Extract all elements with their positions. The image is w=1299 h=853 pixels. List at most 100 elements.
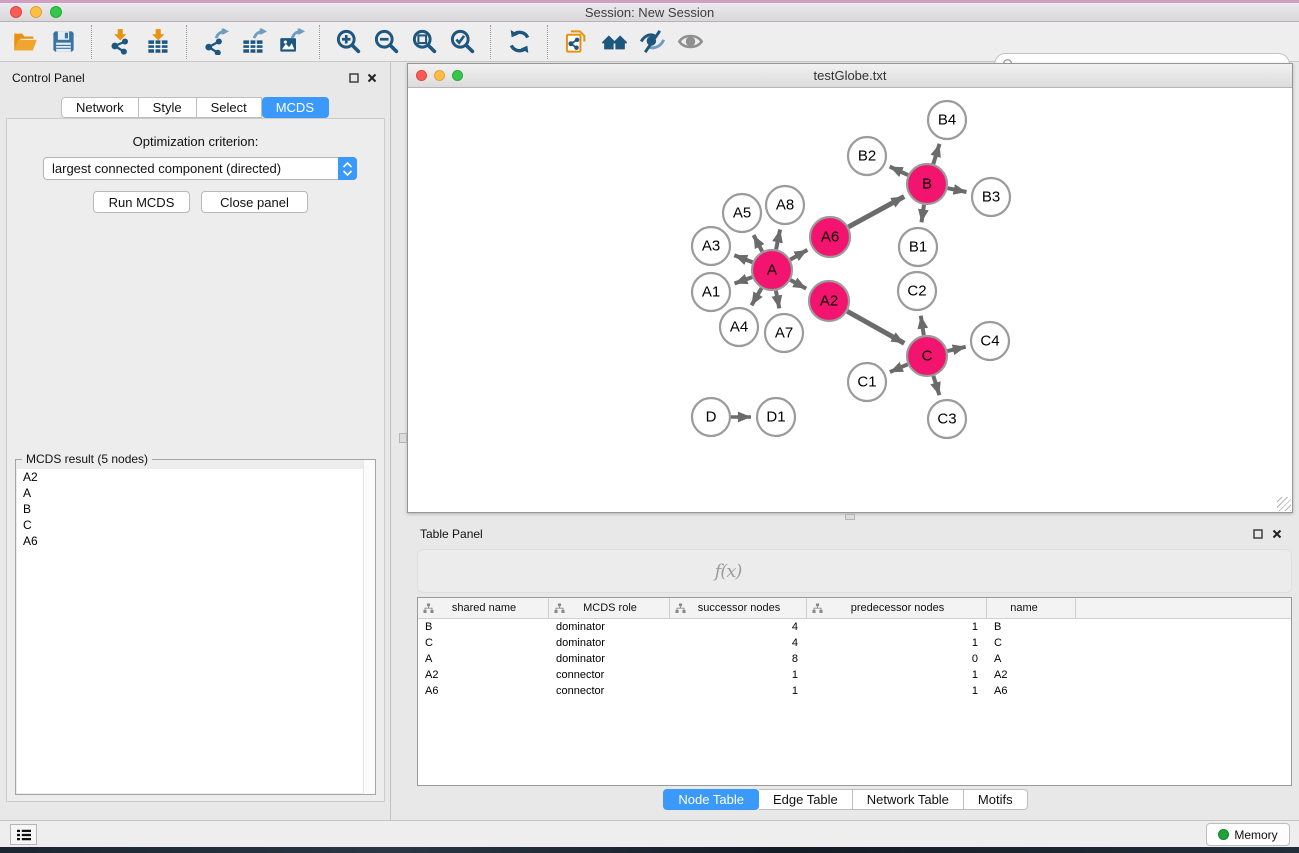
- graph-edge-C-C3[interactable]: [933, 376, 939, 395]
- column-header-predecessor-nodes[interactable]: predecessor nodes: [807, 598, 987, 618]
- network-window-titlebar[interactable]: testGlobe.txt: [408, 64, 1292, 88]
- node-table[interactable]: shared nameMCDS rolesuccessor nodesprede…: [417, 597, 1292, 786]
- export-image-button[interactable]: [272, 24, 310, 60]
- tab-network-table[interactable]: Network Table: [853, 789, 964, 810]
- graph-node-A6[interactable]: A6: [810, 217, 850, 257]
- zoom-in-button[interactable]: [329, 24, 367, 60]
- graph-edge-C-C1[interactable]: [890, 364, 908, 372]
- graph-edge-A-A6[interactable]: [790, 250, 807, 260]
- graph-node-C[interactable]: C: [907, 336, 947, 376]
- result-list-item[interactable]: B: [17, 501, 374, 517]
- mcds-result-list[interactable]: A2ABCA6: [17, 469, 374, 793]
- graph-node-C1[interactable]: C1: [848, 363, 886, 401]
- graph-edge-B-B2[interactable]: [890, 167, 908, 176]
- tab-network[interactable]: Network: [61, 97, 139, 118]
- graph-node-B1[interactable]: B1: [899, 228, 937, 266]
- column-header-successor-nodes[interactable]: successor nodes: [670, 598, 807, 618]
- export-network-button[interactable]: [196, 24, 234, 60]
- import-network-button[interactable]: [101, 24, 139, 60]
- select-all-button[interactable]: [510, 558, 536, 584]
- column-header-MCDS-role[interactable]: MCDS role: [549, 598, 670, 618]
- result-list-item[interactable]: A: [17, 485, 374, 501]
- refresh-button[interactable]: [500, 24, 538, 60]
- graph-edge-B-B4[interactable]: [933, 144, 939, 164]
- close-table-panel-icon[interactable]: [1271, 528, 1283, 540]
- memory-button[interactable]: Memory: [1206, 823, 1290, 846]
- function-button[interactable]: f(x): [715, 558, 741, 584]
- float-table-panel-icon[interactable]: [1252, 528, 1264, 540]
- tab-style[interactable]: Style: [139, 97, 197, 118]
- graph-node-B4[interactable]: B4: [928, 101, 966, 139]
- graph-edge-A-A7[interactable]: [776, 291, 779, 309]
- zoom-fit-button[interactable]: [405, 24, 443, 60]
- eye-button[interactable]: [671, 24, 709, 60]
- graph-node-A4[interactable]: A4: [720, 308, 758, 346]
- delete-button[interactable]: [633, 558, 659, 584]
- table-row[interactable]: A6connector11A6: [418, 683, 1291, 699]
- graph-edge-A6-B[interactable]: [848, 197, 904, 227]
- graph-edge-A-A8[interactable]: [776, 230, 780, 250]
- graph-node-A7[interactable]: A7: [765, 314, 803, 352]
- run-mcds-button[interactable]: Run MCDS: [93, 191, 190, 213]
- zoom-selected-button[interactable]: [443, 24, 481, 60]
- graph-edge-A2-C[interactable]: [847, 311, 904, 343]
- result-list-item[interactable]: A6: [17, 533, 374, 549]
- graph-edge-C-C2[interactable]: [921, 316, 924, 336]
- vertical-splitter-handle[interactable]: [399, 433, 407, 443]
- result-scrollbar[interactable]: [363, 460, 375, 794]
- result-list-item[interactable]: A2: [17, 469, 374, 485]
- graph-node-C2[interactable]: C2: [898, 272, 936, 310]
- graph-node-A1[interactable]: A1: [692, 273, 730, 311]
- graph-edge-A-A5[interactable]: [754, 235, 763, 251]
- export-table-button[interactable]: [234, 24, 272, 60]
- graph-node-D[interactable]: D: [692, 398, 730, 436]
- graph-node-A[interactable]: A: [752, 250, 792, 290]
- resize-grip-icon[interactable]: [1277, 497, 1291, 511]
- network-canvas[interactable]: A A1 A2 A3 A4 A5 A6 A7 A8 B B1 B2 B3 B4 C C1 C2 C3 C4 D D1: [408, 88, 1292, 512]
- open-button[interactable]: [6, 24, 44, 60]
- graph-edge-A-A2[interactable]: [790, 280, 806, 289]
- graph-node-C3[interactable]: C3: [928, 400, 966, 438]
- zoom-out-button[interactable]: [367, 24, 405, 60]
- table-row[interactable]: Cdominator41C: [418, 635, 1291, 651]
- graph-node-A8[interactable]: A8: [766, 186, 804, 224]
- graph-node-B[interactable]: B: [907, 164, 947, 204]
- graph-edge-B-B1[interactable]: [922, 205, 925, 223]
- table-row[interactable]: Bdominator41B: [418, 619, 1291, 635]
- column-header-name[interactable]: name: [987, 598, 1076, 618]
- deselect-all-button[interactable]: [551, 558, 577, 584]
- save-button[interactable]: [44, 24, 82, 60]
- graph-node-A5[interactable]: A5: [723, 194, 761, 232]
- graph-node-B2[interactable]: B2: [848, 137, 886, 175]
- graph-node-B3[interactable]: B3: [972, 178, 1010, 216]
- tab-motifs[interactable]: Motifs: [964, 789, 1028, 810]
- table-row[interactable]: Adominator80A: [418, 651, 1291, 667]
- close-panel-button[interactable]: Close panel: [201, 191, 308, 213]
- tab-mcds[interactable]: MCDS: [262, 97, 329, 118]
- home-button[interactable]: [595, 24, 633, 60]
- import-table-button[interactable]: [139, 24, 177, 60]
- table-row[interactable]: A2connector11A2: [418, 667, 1291, 683]
- graphics-details-button[interactable]: [633, 24, 671, 60]
- graph-edge-B-B3[interactable]: [948, 188, 967, 192]
- graph-edge-A-A4[interactable]: [752, 288, 762, 305]
- tab-select[interactable]: Select: [197, 97, 262, 118]
- close-panel-icon[interactable]: [366, 72, 378, 84]
- clone-network-button[interactable]: [557, 24, 595, 60]
- graph-edge-C-C4[interactable]: [947, 347, 965, 351]
- column-header-shared-name[interactable]: shared name: [418, 598, 549, 618]
- task-history-button[interactable]: [10, 824, 37, 845]
- criterion-select[interactable]: largest connected component (directed): [43, 157, 357, 180]
- add-button[interactable]: [592, 558, 618, 584]
- tab-node-table[interactable]: Node Table: [663, 789, 759, 810]
- graph-node-D1[interactable]: D1: [757, 398, 795, 436]
- graph-edge-A-A3[interactable]: [734, 255, 752, 262]
- tab-edge-table[interactable]: Edge Table: [759, 789, 853, 810]
- graph-node-A3[interactable]: A3: [692, 227, 730, 265]
- settings-button[interactable]: [428, 558, 454, 584]
- delete-table-button[interactable]: [674, 558, 700, 584]
- float-panel-icon[interactable]: [348, 72, 360, 84]
- split-view-button[interactable]: [469, 558, 495, 584]
- graph-node-C4[interactable]: C4: [971, 322, 1009, 360]
- graph-node-A2[interactable]: A2: [809, 281, 849, 321]
